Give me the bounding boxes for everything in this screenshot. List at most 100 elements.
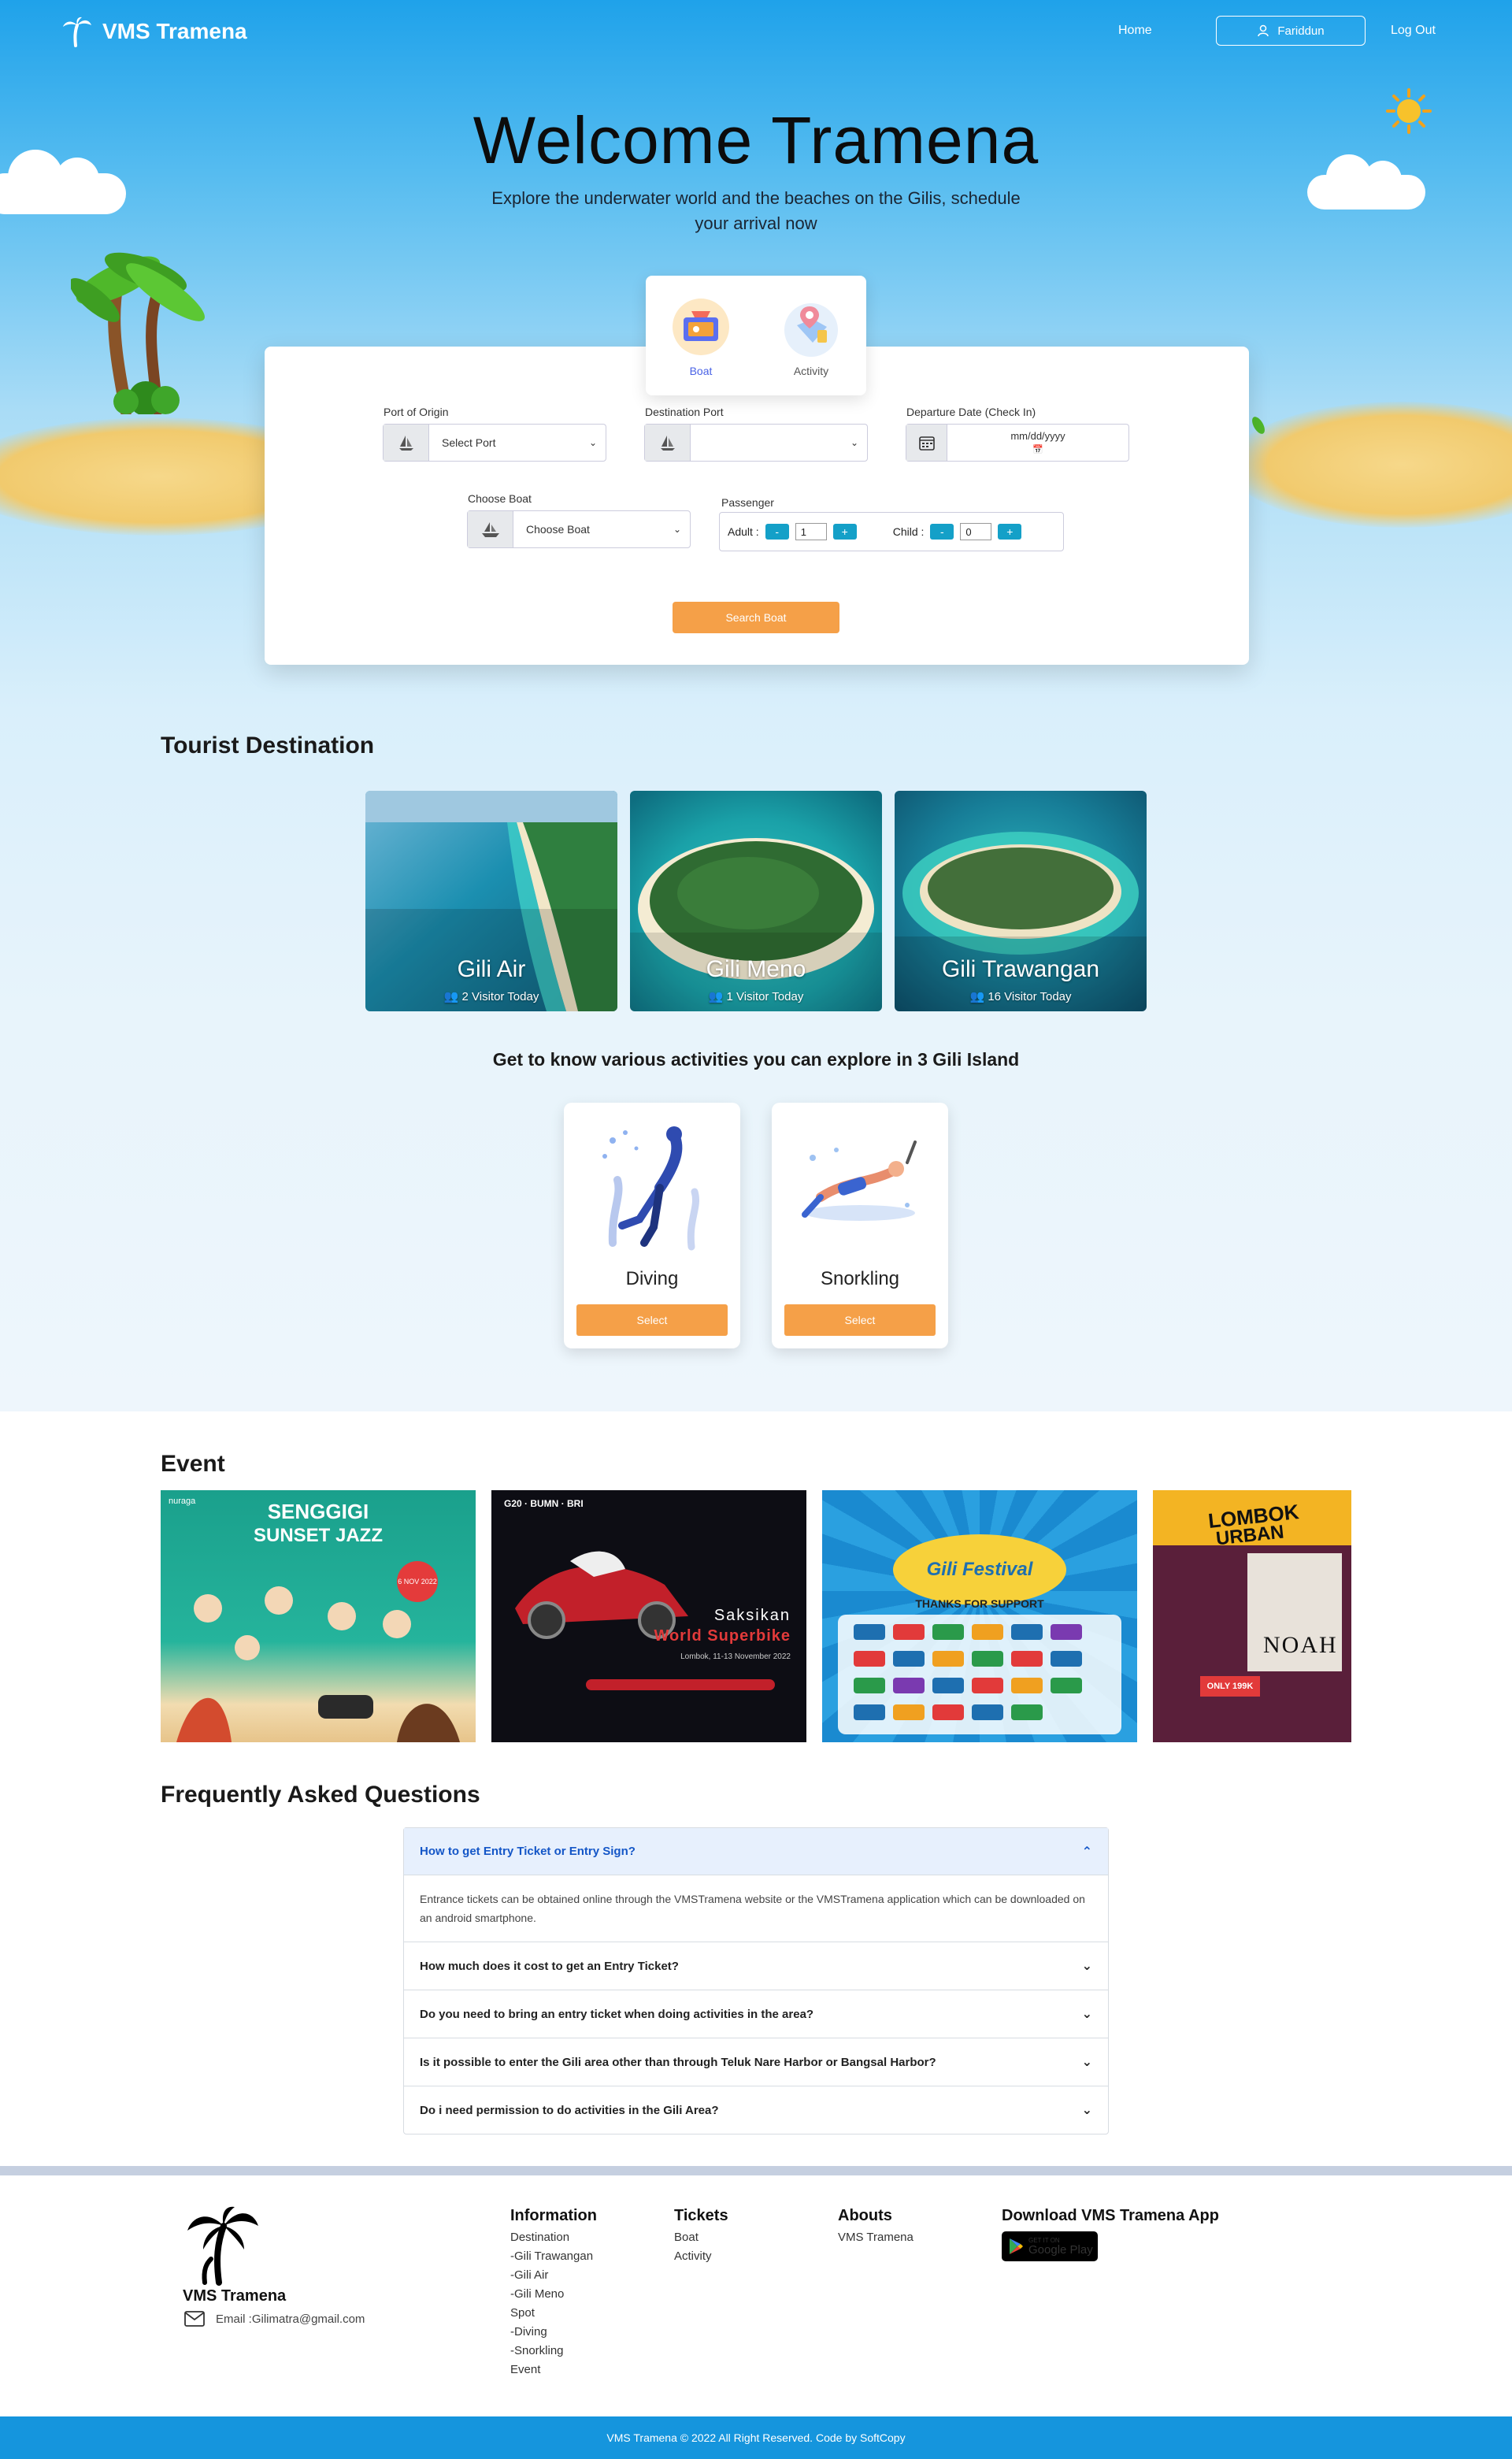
footer-abouts-title: Abouts: [838, 2207, 892, 2224]
hero-section: VMS Tramena Home Fariddun Log Out Welcom…: [0, 0, 1512, 1411]
tab-activity-label: Activity: [793, 365, 829, 377]
footer-link[interactable]: Event: [510, 2361, 597, 2379]
departure-date-label: Departure Date (Check In): [906, 406, 1036, 418]
destination-visitors: 👥 16 Visitor Today: [969, 990, 1072, 1003]
faq-question-toggle[interactable]: Is it possible to enter the Gili area ot…: [404, 2038, 1108, 2086]
date-picker-icon[interactable]: 📅: [1032, 445, 1043, 454]
palm-logo-icon: [63, 17, 91, 47]
event-poster-world-superbike[interactable]: G20 · BUMN · BRI Saksikan World Superbik…: [491, 1490, 806, 1742]
chevron-down-icon: ⌄: [673, 524, 682, 535]
chevron-up-icon: ⌃: [1081, 1845, 1092, 1859]
mail-icon: [184, 2311, 205, 2327]
footer-download-title: Download VMS Tramena App: [1002, 2207, 1219, 2224]
event-poster-gili-festival[interactable]: Gili Festival THANKS FOR SUPPORT: [822, 1490, 1137, 1742]
footer-email: Email :Gilimatra@gmail.com: [184, 2311, 365, 2327]
footer-link[interactable]: Destination: [510, 2228, 597, 2247]
faq-answer: Entrance tickets can be obtained online …: [420, 1893, 1085, 1924]
visitors-icon: 👥: [443, 990, 462, 1003]
faq-question-toggle[interactable]: Do i need permission to do activities in…: [404, 2086, 1108, 2134]
event-poster-lombok-urban[interactable]: LOMBOK URBAN NOAH ONLY 199K: [1153, 1490, 1351, 1742]
poster-line1: Gili Festival: [893, 1534, 1066, 1605]
faq-question-toggle[interactable]: Do you need to bring an entry ticket whe…: [404, 1990, 1108, 2038]
footer-link[interactable]: -Gili Meno: [510, 2285, 597, 2304]
passenger-label: Passenger: [721, 496, 774, 509]
faq-item: Do you need to bring an entry ticket whe…: [404, 1990, 1108, 2038]
faq-title: Frequently Asked Questions: [161, 1782, 480, 1808]
faq-item: How to get Entry Ticket or Entry Sign? ⌃…: [404, 1828, 1108, 1942]
faq-question-toggle[interactable]: How much does it cost to get an Entry Ti…: [404, 1942, 1108, 1990]
origin-port-select[interactable]: Select Port ⌄: [383, 424, 606, 462]
brand-logo[interactable]: VMS Tramena: [61, 16, 247, 47]
footer: VMS Tramena Email :Gilimatra@gmail.com I…: [0, 2175, 1512, 2416]
user-name: Fariddun: [1277, 24, 1325, 38]
activity-card-diving: Diving Select: [564, 1103, 740, 1348]
faq-item: Is it possible to enter the Gili area ot…: [404, 2038, 1108, 2086]
poster-line2: World Superbike: [654, 1627, 791, 1645]
footer-tickets-title: Tickets: [674, 2207, 728, 2224]
google-play-icon: [1010, 2238, 1023, 2254]
event-poster-senggigi-jazz[interactable]: nuraga SENGGIGI SUNSET JAZZ 6 NOV 2022: [161, 1490, 476, 1742]
poster-line1: SENGGIGI: [267, 1500, 369, 1523]
child-decrement-button[interactable]: -: [930, 524, 954, 540]
choose-boat-value: Choose Boat: [526, 523, 590, 536]
poster-line2: SUNSET JAZZ: [253, 1525, 383, 1546]
choose-boat-select[interactable]: Choose Boat ⌄: [467, 510, 691, 548]
footer-link[interactable]: -Gili Trawangan: [510, 2247, 597, 2266]
child-count-input[interactable]: 0: [960, 523, 992, 540]
footer-link[interactable]: -Snorkling: [510, 2342, 597, 2361]
adult-decrement-button[interactable]: -: [765, 524, 789, 540]
faq-item: Do i need permission to do activities in…: [404, 2086, 1108, 2134]
footer-information-title: Information: [510, 2207, 597, 2224]
badge-big-text: Google Play: [1028, 2242, 1093, 2257]
chevron-down-icon: ⌄: [1081, 2008, 1092, 2021]
select-diving-button[interactable]: Select: [576, 1304, 728, 1336]
child-label: Child :: [892, 525, 925, 538]
footer-link[interactable]: Boat: [674, 2228, 728, 2247]
activity-card-snorkling: Snorkling Select: [772, 1103, 948, 1348]
activity-name: Diving: [625, 1268, 679, 1289]
footer-link[interactable]: -Diving: [510, 2323, 597, 2342]
departure-date-input[interactable]: mm/dd/yyyy 📅: [906, 424, 1129, 462]
ship-icon: [468, 511, 513, 547]
footer-link[interactable]: VMS Tramena: [838, 2228, 914, 2247]
footer-tickets-column: Tickets Boat Activity: [674, 2207, 728, 2266]
footer-link[interactable]: -Gili Air: [510, 2266, 597, 2285]
faq-question-toggle[interactable]: How to get Entry Ticket or Entry Sign? ⌃: [404, 1828, 1108, 1875]
footer-link[interactable]: Activity: [674, 2247, 728, 2266]
sponsor-logos-grid: [854, 1624, 1082, 1720]
tourist-destination-title: Tourist Destination: [161, 733, 375, 758]
destination-port-select[interactable]: ⌄: [644, 424, 868, 462]
faq-item: How much does it cost to get an Entry Ti…: [404, 1942, 1108, 1990]
chevron-down-icon: ⌄: [850, 437, 859, 448]
event-title: Event: [161, 1451, 225, 1477]
destination-name: Gili Meno: [706, 956, 806, 982]
user-profile-button[interactable]: Fariddun: [1216, 16, 1366, 46]
faq-question: How to get Entry Ticket or Entry Sign?: [420, 1845, 636, 1858]
destination-name: Gili Trawangan: [941, 956, 1100, 982]
faq-question: How much does it cost to get an Entry Ti…: [420, 1959, 679, 1973]
hero-title: Welcome Tramena: [472, 103, 1040, 177]
search-boat-button[interactable]: Search Boat: [673, 602, 839, 633]
date-placeholder: mm/dd/yyyy: [1010, 429, 1065, 442]
tab-boat-label: Boat: [689, 365, 713, 377]
adult-increment-button[interactable]: +: [832, 524, 857, 540]
child-increment-button[interactable]: +: [998, 524, 1022, 540]
destination-card-gili-trawangan[interactable]: Gili Trawangan 👥 16 Visitor Today: [895, 791, 1147, 1011]
footer-link[interactable]: Spot: [510, 2304, 597, 2323]
palm-leaf-right-decoration: [1252, 417, 1265, 434]
google-play-badge[interactable]: GET IT ON Google Play: [1002, 2231, 1098, 2261]
poster-line2: THANKS FOR SUPPORT: [915, 1597, 1044, 1610]
select-snorkling-button[interactable]: Select: [784, 1304, 936, 1336]
destination-card-gili-meno[interactable]: Gili Meno 👥 1 Visitor Today: [630, 791, 882, 1011]
snorkeler-illustration: [802, 1140, 917, 1221]
tab-activity[interactable]: Activity: [778, 294, 844, 377]
destination-card-gili-air[interactable]: Gili Air 👥 2 Visitor Today: [365, 791, 617, 1011]
nav-home-link[interactable]: Home: [1118, 24, 1152, 38]
user-icon: [1258, 24, 1269, 37]
sponsor-logos-panel: [838, 1615, 1121, 1734]
chevron-down-icon: ⌄: [588, 437, 598, 448]
logout-link[interactable]: Log Out: [1391, 24, 1436, 38]
sailboat-icon: [384, 425, 429, 461]
tab-boat[interactable]: Boat: [668, 294, 734, 377]
adult-count-input[interactable]: 1: [795, 523, 827, 540]
